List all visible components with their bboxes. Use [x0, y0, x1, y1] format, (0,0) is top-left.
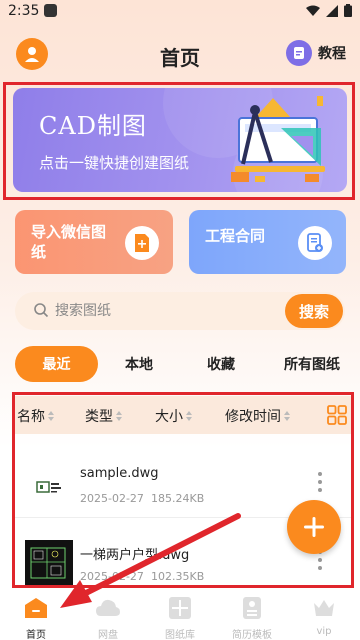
engineering-contract-label: 工程合同	[205, 227, 266, 245]
file-import-icon	[125, 226, 159, 260]
search-bar: 搜索	[15, 292, 345, 330]
header: 首页 教程	[0, 36, 360, 72]
wifi-icon	[306, 5, 320, 16]
search-button[interactable]: 搜索	[285, 294, 343, 328]
tab-favorites[interactable]: 收藏	[183, 346, 259, 382]
drawing-library-icon	[169, 597, 191, 619]
resume-template-icon	[243, 597, 261, 619]
nav-drawing-library[interactable]: 图纸库	[150, 592, 210, 640]
nav-resume-templates-label: 简历模板	[232, 630, 272, 640]
status-time: 2:35	[8, 3, 40, 19]
tutorial-icon	[286, 40, 312, 66]
crown-icon	[314, 600, 334, 616]
signal-icon	[326, 4, 338, 17]
nav-cloud-drive[interactable]: 网盘	[78, 592, 138, 640]
annotation-box-banner	[3, 82, 355, 200]
search-icon	[34, 303, 49, 318]
bottom-navigation: 首页 网盘 图纸库 简历模板 vip	[0, 590, 360, 640]
engineering-contract-card[interactable]: 工程合同	[189, 210, 346, 274]
tab-all-drawings[interactable]: 所有图纸	[267, 346, 357, 382]
nav-resume-templates[interactable]: 简历模板	[222, 592, 282, 640]
plus-icon	[304, 517, 324, 537]
status-bar: 2:35	[0, 0, 360, 24]
annotation-box-file-list	[12, 392, 354, 588]
battery-icon	[344, 4, 352, 17]
nav-vip-label: vip	[316, 626, 332, 637]
tutorial-label: 教程	[318, 46, 346, 62]
tab-local[interactable]: 本地	[101, 346, 177, 382]
contract-icon	[298, 226, 332, 260]
import-wechat-drawing-label: 导入微信图纸	[31, 223, 107, 261]
status-icons	[306, 4, 352, 17]
tab-recent[interactable]: 最近	[15, 346, 98, 382]
nav-home-label: 首页	[26, 630, 46, 640]
import-wechat-drawing-card[interactable]: 导入微信图纸	[15, 210, 173, 274]
search-input[interactable]	[55, 300, 255, 322]
home-icon	[25, 598, 47, 618]
add-button[interactable]	[287, 500, 341, 554]
filter-tabs: 最近 本地 收藏 所有图纸	[15, 346, 360, 382]
nav-home[interactable]: 首页	[6, 592, 66, 640]
tutorial-button[interactable]: 教程	[286, 40, 346, 66]
cloud-icon	[96, 599, 120, 616]
nav-vip[interactable]: vip	[294, 592, 354, 640]
notification-app-icon	[44, 4, 57, 17]
nav-cloud-drive-label: 网盘	[98, 630, 118, 640]
nav-drawing-library-label: 图纸库	[165, 630, 195, 640]
